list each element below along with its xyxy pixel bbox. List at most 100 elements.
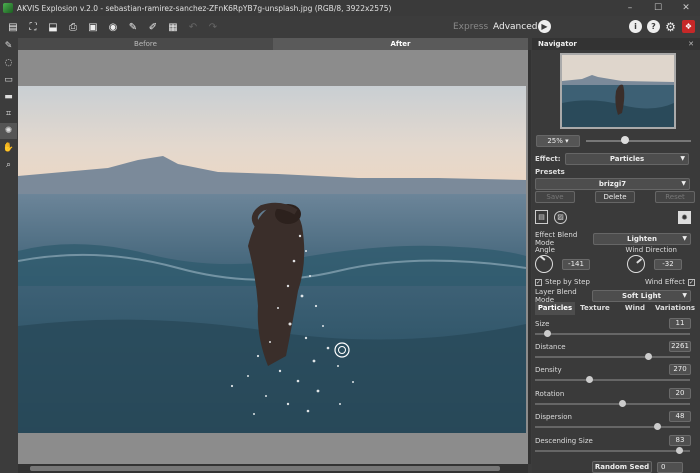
navigator-preview[interactable]	[560, 53, 676, 129]
batch-icon[interactable]: ▣	[86, 20, 100, 34]
param-slider[interactable]	[535, 423, 690, 430]
lasso-tool-icon[interactable]: ◌	[0, 55, 17, 71]
title-bar: AKVIS Explosion v.2.0 - sebastian-ramire…	[0, 0, 700, 16]
brush-export-icon[interactable]: ✐	[146, 20, 160, 34]
param-slider-knob[interactable]	[653, 423, 661, 430]
navigator-title: Navigator	[538, 40, 577, 48]
param-row: Distance 2261	[535, 341, 695, 352]
wind-direction-value[interactable]: -32	[654, 258, 682, 270]
wind-effect-label: Wind Effect	[645, 278, 685, 286]
collapse-icon[interactable]: ✕	[688, 38, 694, 50]
tab-texture[interactable]: Texture	[575, 302, 615, 315]
param-row: Density 270	[535, 364, 695, 375]
param-value[interactable]: 48	[669, 411, 691, 422]
background-icon[interactable]: ▦	[166, 20, 180, 34]
open-image-icon[interactable]: ⛶	[26, 20, 40, 34]
param-slider-knob[interactable]	[619, 400, 626, 407]
zoom-slider-knob[interactable]	[621, 136, 629, 144]
redo-icon[interactable]: ↷	[206, 20, 220, 34]
undo-icon[interactable]: ↶	[186, 20, 200, 34]
horizontal-scrollbar[interactable]	[18, 464, 528, 473]
zoom-select[interactable]: 25% ▾	[536, 135, 580, 147]
param-slider-knob[interactable]	[544, 330, 551, 337]
ruler-tool-icon[interactable]: ▬	[0, 89, 17, 105]
param-slider-knob[interactable]	[676, 447, 683, 454]
hand-tool-icon[interactable]: ✋	[0, 140, 17, 156]
zoom-tool-icon[interactable]: ⌕	[0, 157, 17, 173]
wind-direction-label: Wind Direction	[625, 246, 677, 254]
tab-after[interactable]: After	[273, 38, 528, 50]
param-label: Descending Size	[535, 436, 593, 445]
gear-icon[interactable]: ⚙	[664, 20, 677, 34]
advanced-mode-tab[interactable]: Advanced	[493, 16, 537, 38]
burst-icon[interactable]: ✹	[678, 210, 691, 224]
presets-select[interactable]: brizgi7 ▼	[535, 178, 690, 190]
close-icon[interactable]: ✕	[672, 0, 700, 16]
random-seed-button[interactable]: Random Seed	[592, 461, 652, 473]
param-value[interactable]: 2261	[669, 341, 691, 352]
crop-tool-icon[interactable]: ⌗	[0, 106, 17, 122]
param-label: Size	[535, 319, 550, 328]
tab-variations[interactable]: Variations	[655, 302, 695, 315]
param-slider-knob[interactable]	[644, 353, 652, 360]
param-slider[interactable]	[535, 400, 690, 407]
wind-effect-checkbox[interactable]: ✓	[688, 278, 695, 286]
image-canvas[interactable]	[18, 50, 528, 464]
texture-icon[interactable]: ▨	[554, 210, 567, 224]
gift-icon[interactable]: ❖	[682, 20, 695, 33]
print-icon[interactable]: ⎙	[66, 20, 80, 34]
angle-dial[interactable]	[535, 255, 553, 273]
tab-particles[interactable]: Particles	[535, 302, 575, 315]
param-slider[interactable]	[535, 353, 690, 360]
random-seed-value[interactable]: 0	[657, 461, 683, 473]
play-icon[interactable]: ▶	[538, 20, 551, 33]
effect-subtabs: Particles Texture Wind Variations	[535, 302, 695, 315]
param-label: Density	[535, 365, 562, 374]
presets-label: Presets	[535, 168, 565, 176]
save-preset-button[interactable]: Save	[535, 191, 575, 203]
express-mode-tab[interactable]: Express	[453, 16, 488, 38]
brush-import-icon[interactable]: ✎	[126, 20, 140, 34]
param-row: Dispersion 48	[535, 411, 695, 422]
layer-blend-mode-select[interactable]: Soft Light ▼	[592, 290, 691, 302]
tool-panel: ✎ ◌ ▭ ▬ ⌗ ✺ ✋ ⌕	[0, 38, 17, 473]
maximize-icon[interactable]: ☐	[644, 0, 672, 16]
tab-before[interactable]: Before	[18, 38, 273, 50]
param-value[interactable]: 83	[669, 435, 691, 446]
eraser-tool-icon[interactable]: ▭	[0, 72, 17, 88]
page-icon[interactable]: ▤	[535, 210, 548, 224]
param-value[interactable]: 20	[669, 388, 691, 399]
param-slider-knob[interactable]	[586, 376, 593, 383]
param-value[interactable]: 270	[669, 364, 691, 375]
minimize-icon[interactable]: –	[616, 0, 644, 16]
param-row: Rotation 20	[535, 388, 695, 399]
vertical-scrollbar[interactable]	[528, 50, 531, 464]
tab-wind[interactable]: Wind	[615, 302, 655, 315]
effect-label: Effect:	[535, 155, 561, 163]
param-value[interactable]: 11	[669, 318, 691, 329]
help-icon[interactable]: ?	[647, 20, 660, 33]
brush-tool-icon[interactable]: ✎	[0, 38, 17, 54]
share-icon[interactable]: ◉	[106, 20, 120, 34]
info-icon[interactable]: i	[629, 20, 642, 33]
open-file-icon[interactable]: ▤	[6, 20, 20, 34]
effect-select[interactable]: Particles ▼	[565, 153, 689, 165]
step-by-step-label: Step by Step	[545, 278, 590, 286]
photo[interactable]	[18, 86, 526, 433]
save-icon[interactable]: ⬓	[46, 20, 60, 34]
step-by-step-checkbox[interactable]: ✓	[535, 278, 542, 286]
scroll-thumb[interactable]	[30, 466, 500, 471]
angle-label: Angle	[535, 246, 555, 254]
wind-direction-dial[interactable]	[627, 255, 645, 273]
param-slider[interactable]	[535, 376, 690, 383]
reset-preset-button[interactable]: Reset	[655, 191, 695, 203]
angle-value[interactable]: -141	[562, 258, 590, 270]
param-slider[interactable]	[535, 330, 690, 337]
explosion-tool-icon[interactable]: ✺	[0, 123, 17, 139]
param-slider[interactable]	[535, 447, 690, 454]
effect-blend-mode-select[interactable]: Lighten ▼	[593, 233, 691, 245]
param-label: Rotation	[535, 389, 565, 398]
zoom-slider[interactable]	[586, 140, 691, 142]
chevron-down-icon: ▼	[681, 180, 686, 187]
delete-preset-button[interactable]: Delete	[595, 191, 635, 203]
